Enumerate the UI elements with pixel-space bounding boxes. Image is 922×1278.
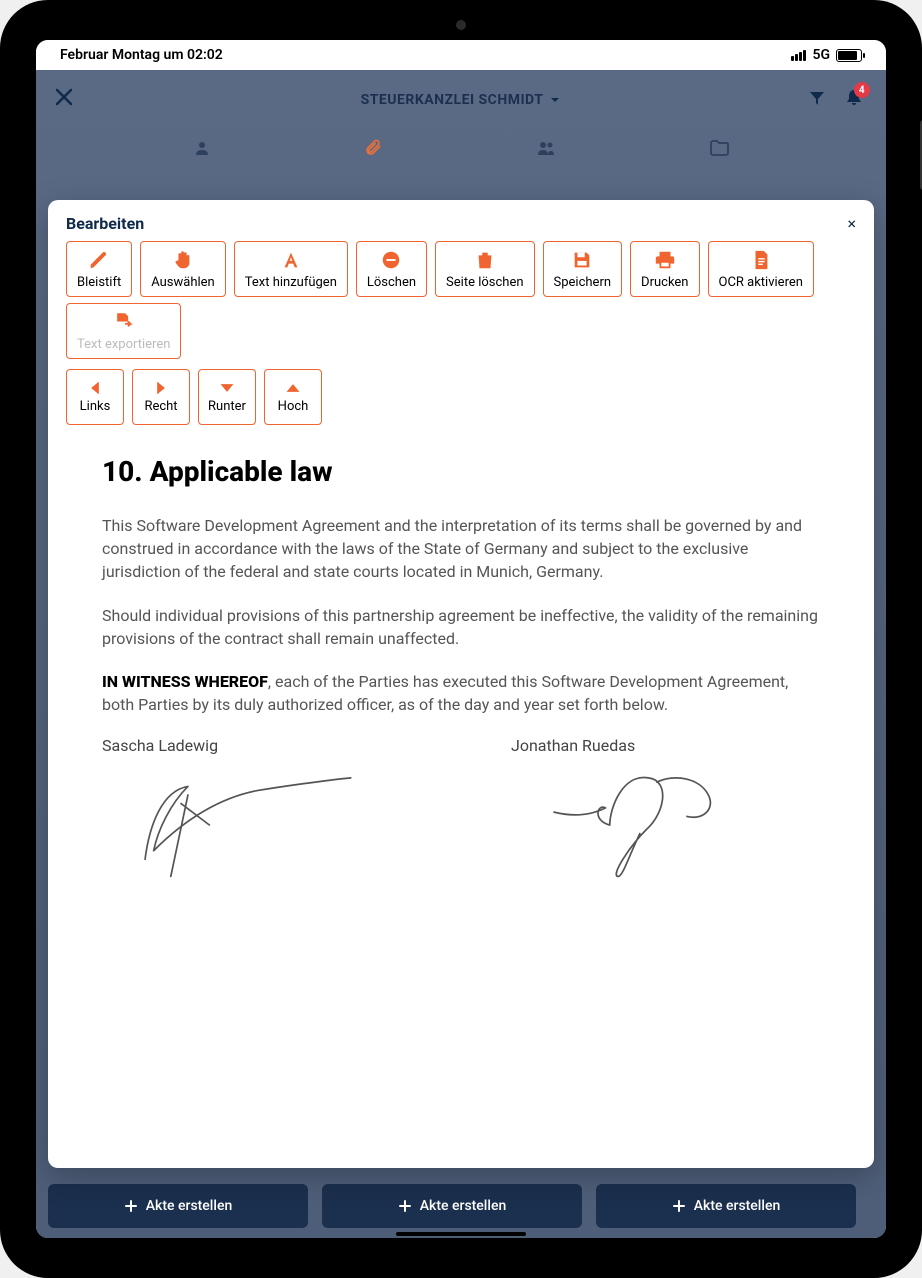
notification-badge: 4 — [854, 82, 870, 98]
nav-right-label: Recht — [144, 399, 177, 414]
nav-left-label: Links — [80, 399, 111, 414]
create-file-button-3[interactable]: Akte erstellen — [596, 1184, 856, 1228]
tab-folder-icon[interactable] — [709, 139, 729, 162]
add-text-button[interactable]: Text hinzufügen — [234, 241, 348, 297]
export-icon — [113, 311, 135, 333]
tab-people-icon[interactable] — [536, 139, 556, 162]
delete-label: Löschen — [367, 275, 416, 290]
save-button[interactable]: Speichern — [543, 241, 623, 297]
save-label: Speichern — [554, 275, 612, 290]
status-datetime: Februar Montag um 02:02 — [60, 47, 223, 63]
nav-down-button[interactable]: Runter — [198, 369, 256, 425]
save-icon — [571, 249, 593, 271]
nav-down-label: Runter — [208, 399, 246, 414]
print-label: Drucken — [641, 275, 688, 290]
triangle-right-icon — [152, 381, 170, 395]
status-bar: Februar Montag um 02:02 5G — [36, 40, 886, 70]
ocr-button[interactable]: OCR aktivieren — [708, 241, 814, 297]
print-button[interactable]: Drucken — [630, 241, 699, 297]
home-indicator — [396, 1232, 526, 1236]
signal-bars-icon — [791, 50, 806, 61]
tablet-frame: Februar Montag um 02:02 5G STEUERKANZLEI… — [0, 0, 922, 1278]
create-label: Akte erstellen — [694, 1198, 780, 1214]
triangle-up-icon — [284, 381, 302, 395]
top-tabs — [36, 128, 886, 172]
filter-icon[interactable] — [808, 89, 826, 111]
plus-icon — [124, 1199, 138, 1213]
toolbar-row-2: Text exportieren — [48, 303, 874, 365]
delete-page-label: Seite löschen — [446, 275, 523, 290]
add-text-label: Text hinzufügen — [245, 275, 337, 290]
plus-icon — [672, 1199, 686, 1213]
nav-left-button[interactable]: Links — [66, 369, 124, 425]
tab-attachment-icon[interactable] — [364, 139, 382, 162]
export-text-button[interactable]: Text exportieren — [66, 303, 181, 359]
battery-icon — [836, 49, 862, 62]
toolbar-row-1: Bleistift Auswählen Text hinzufügen — [48, 241, 874, 303]
signature-block-1: Sascha Ladewig — [102, 736, 411, 885]
pencil-button[interactable]: Bleistift — [66, 241, 132, 297]
nav-up-label: Hoch — [278, 399, 309, 414]
trash-icon — [474, 249, 496, 271]
signature-1 — [102, 765, 411, 885]
plus-icon — [398, 1199, 412, 1213]
document-heading: 10. Applicable law — [102, 455, 820, 488]
witness-bold: IN WITNESS WHEREOF — [102, 672, 268, 691]
tab-person-icon[interactable] — [193, 139, 211, 162]
status-right: 5G — [791, 47, 862, 63]
export-text-label: Text exportieren — [77, 337, 170, 352]
create-file-button-2[interactable]: Akte erstellen — [322, 1184, 582, 1228]
org-selector[interactable]: STEUERKANZLEI SCHMIDT — [361, 92, 562, 108]
edit-modal: Bearbeiten × Bleistift Auswählen — [48, 200, 874, 1168]
triangle-down-icon — [218, 381, 236, 395]
modal-close-button[interactable]: × — [847, 214, 856, 233]
app-close-icon[interactable] — [54, 87, 74, 113]
triangle-left-icon — [86, 381, 104, 395]
document-paragraph-2: Should individual provisions of this par… — [102, 604, 820, 650]
create-label: Akte erstellen — [420, 1198, 506, 1214]
document-viewport[interactable]: 10. Applicable law This Software Develop… — [48, 435, 874, 1168]
minus-circle-icon — [380, 249, 402, 271]
signer-1-name: Sascha Ladewig — [102, 736, 411, 755]
signer-2-name: Jonathan Ruedas — [511, 736, 820, 755]
org-name: STEUERKANZLEI SCHMIDT — [361, 92, 544, 108]
nav-right-button[interactable]: Recht — [132, 369, 190, 425]
nav-up-button[interactable]: Hoch — [264, 369, 322, 425]
document-icon — [750, 249, 772, 271]
screen: Februar Montag um 02:02 5G STEUERKANZLEI… — [36, 40, 886, 1238]
print-icon — [654, 249, 676, 271]
modal-header: Bearbeiten × — [48, 200, 874, 241]
document-paragraph-1: This Software Development Agreement and … — [102, 514, 820, 584]
select-button[interactable]: Auswählen — [140, 241, 226, 297]
hand-icon — [172, 249, 194, 271]
document-witness-paragraph: IN WITNESS WHEREOF, each of the Parties … — [102, 670, 820, 716]
tablet-camera — [456, 20, 466, 30]
create-label: Akte erstellen — [146, 1198, 232, 1214]
signature-row: Sascha Ladewig Jonathan Ruedas — [102, 736, 820, 885]
network-label: 5G — [812, 47, 830, 63]
ocr-label: OCR aktivieren — [719, 275, 803, 290]
create-file-button-1[interactable]: Akte erstellen — [48, 1184, 308, 1228]
bottom-create-buttons: Akte erstellen Akte erstellen Akte erste… — [48, 1184, 874, 1228]
select-label: Auswählen — [151, 275, 215, 290]
pencil-label: Bleistift — [77, 275, 121, 290]
signature-block-2: Jonathan Ruedas — [511, 736, 820, 885]
delete-button[interactable]: Löschen — [356, 241, 427, 297]
text-icon — [280, 249, 302, 271]
chevron-down-icon — [549, 94, 561, 106]
app-header: STEUERKANZLEI SCHMIDT 4 — [36, 70, 886, 130]
modal-title: Bearbeiten — [66, 214, 144, 233]
pencil-icon — [88, 249, 110, 271]
nav-row: Links Recht Runter — [48, 365, 874, 435]
delete-page-button[interactable]: Seite löschen — [435, 241, 534, 297]
signature-2 — [511, 765, 820, 885]
notification-bell[interactable]: 4 — [844, 88, 864, 112]
